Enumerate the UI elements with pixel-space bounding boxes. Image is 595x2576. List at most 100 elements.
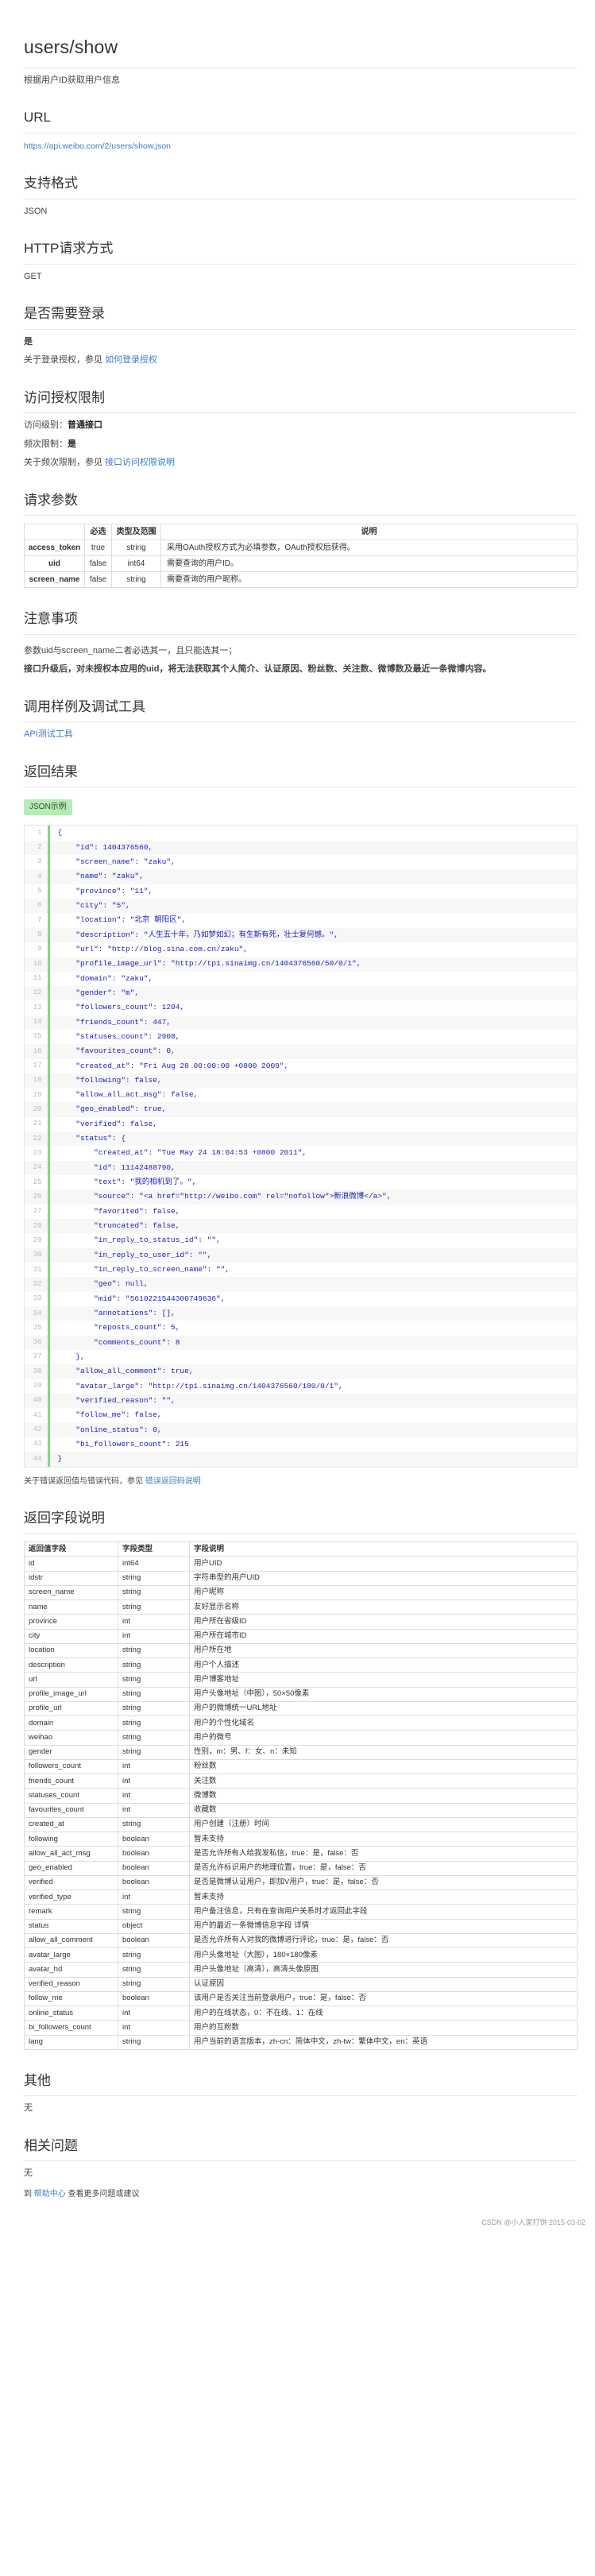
code-line: 44} xyxy=(25,1452,577,1467)
field-type-cell: int xyxy=(118,1614,190,1630)
http-method-value: GET xyxy=(24,271,42,281)
code-line: 41 "follow_me": false, xyxy=(25,1408,577,1423)
table-row: statuses_count int 微博数 xyxy=(24,1788,578,1804)
code-line-text: "annotations": [], xyxy=(57,1309,176,1318)
field-name-cell: verified xyxy=(24,1874,118,1891)
code-line-text: { xyxy=(57,828,63,837)
field-type-cell: int xyxy=(118,2020,190,2036)
field-name-cell: bi_followers_count xyxy=(24,2020,118,2036)
code-line-number: 36 xyxy=(25,1335,50,1351)
result-footer-prefix: 关于错误返回值与错误代码，参见 xyxy=(24,1476,145,1486)
code-line: 42 "online_status": 0, xyxy=(25,1422,577,1438)
table-row: screen_name false string 需要查询的用户昵称。 xyxy=(24,571,578,589)
field-desc-cell: 用户备注信息，只有在查询用户关系时才返回此字段 xyxy=(189,1904,578,1920)
field-type-cell: string xyxy=(118,1962,190,1978)
code-line-text: "following": false, xyxy=(57,1075,162,1085)
section-heading-related: 相关问题 xyxy=(24,2136,578,2162)
field-name-cell: city xyxy=(24,1628,118,1644)
field-type-cell: int xyxy=(118,1628,190,1644)
field-name-cell: lang xyxy=(24,2034,118,2050)
table-row: access_token true string 采用OAuth授权方式为必填参数，O… xyxy=(24,540,578,557)
table-row: lang string 用户当前的语言版本，zh-cn：简体中文，zh-tw：繁体中… xyxy=(24,2034,578,2050)
field-name-cell: status xyxy=(24,1918,118,1934)
code-line-text: "geo_enabled": true, xyxy=(57,1104,167,1114)
error-code-link[interactable]: 错误返回码说明 xyxy=(145,1477,201,1486)
section-heading-login-required: 是否需要登录 xyxy=(24,304,578,330)
field-type-cell: string xyxy=(118,1599,190,1615)
field-type-cell: int xyxy=(118,1889,190,1905)
code-line: 31 "in_reply_to_screen_name": "", xyxy=(25,1263,577,1278)
table-row: favourites_count int 收藏数 xyxy=(24,1802,578,1818)
api-url-line: https://api.weibo.com/2/users/show.json xyxy=(24,141,578,153)
login-note-prefix: 关于登录授权，参见 xyxy=(24,355,106,366)
format-value: JSON xyxy=(24,206,48,216)
field-name-cell: followers_count xyxy=(24,1758,118,1775)
param-desc-cell: 采用OAuth授权方式为必填参数，OAuth授权后获得。 xyxy=(160,540,578,557)
field-type-cell: string xyxy=(118,1672,190,1688)
field-name-cell: province xyxy=(24,1614,118,1630)
watermark: CSDN @小人家打饼 2015-03-02 xyxy=(481,2218,585,2227)
field-desc-cell: 用户的在线状态，0：不在线、1：在线 xyxy=(189,2005,578,2021)
param-name-cell: access_token xyxy=(24,540,85,557)
code-line-text: }, xyxy=(57,1352,85,1362)
field-desc-body: id int64 用户UID idstr string 字符串型的用户UID screen_… xyxy=(24,1556,578,2050)
code-line-number: 15 xyxy=(25,1029,50,1045)
section-heading-http-method: HTTP请求方式 xyxy=(24,238,578,265)
table-row: city int 用户所在城市ID xyxy=(24,1628,578,1644)
code-line-number: 29 xyxy=(25,1233,50,1248)
json-example-badge[interactable]: JSON示例 xyxy=(24,799,72,816)
section-heading-url: URL xyxy=(24,107,578,133)
login-auth-link[interactable]: 如何登录授权 xyxy=(105,355,157,365)
access-level-line: 访问级别：普通接口 xyxy=(24,419,578,432)
code-line-text: "id": 11142488790, xyxy=(57,1162,176,1172)
code-line-text: "truncated": false, xyxy=(57,1221,180,1231)
field-desc-cell: 用户当前的语言版本，zh-cn：简体中文，zh-tw：繁体中文，en：英语 xyxy=(189,2034,578,2050)
page-subtitle: 根据用户ID获取用户信息 xyxy=(24,75,120,85)
field-name-cell: profile_url xyxy=(24,1700,118,1717)
field-desc-cell: 该用户是否关注当前登录用户，true：是，false：否 xyxy=(189,1990,578,2007)
code-line-number: 16 xyxy=(25,1044,50,1059)
related-footer-text-before: 到 xyxy=(24,2189,34,2199)
code-line: 7 "location": "北京 朝阳区", xyxy=(25,913,577,928)
field-type-cell: string xyxy=(118,1715,190,1731)
code-line-number: 40 xyxy=(25,1394,50,1409)
other-value: 无 xyxy=(24,2103,33,2114)
param-desc-cell: 需要查询的用户昵称。 xyxy=(160,571,578,589)
api-url-link[interactable]: https://api.weibo.com/2/users/show.json xyxy=(24,141,171,151)
code-line: 34 "annotations": [], xyxy=(25,1306,577,1321)
code-line-text: "text": "我的相机到了。", xyxy=(57,1178,197,1187)
code-line-text: "allow_all_act_msg": false, xyxy=(57,1090,199,1100)
api-test-tool-link[interactable]: API测试工具 xyxy=(24,729,73,739)
code-line-text: "allow_all_comment": true, xyxy=(57,1367,194,1376)
table-row: id int64 用户UID xyxy=(24,1556,578,1572)
code-line: 2 "id": 1404376560, xyxy=(25,840,577,855)
code-line: 21 "verified": false, xyxy=(25,1116,577,1132)
param-type-cell: string xyxy=(111,571,161,589)
field-name-cell: online_status xyxy=(24,2005,118,2021)
related-footer: 到 帮助中心 查看更多问题或建议 xyxy=(24,2188,578,2200)
code-line-text: "location": "北京 朝阳区", xyxy=(57,915,187,925)
code-line-number: 2 xyxy=(25,840,50,855)
code-line-number: 35 xyxy=(25,1321,50,1336)
code-line: 43 "bi_followers_count": 215 xyxy=(25,1437,577,1452)
field-type-cell: string xyxy=(118,1570,190,1586)
param-required-cell: false xyxy=(84,555,112,573)
code-line: 9 "url": "http://blog.sina.com.cn/zaku", xyxy=(25,942,577,957)
field-desc-header-row: 返回值字段 字段类型 字段说明 xyxy=(24,1541,578,1557)
access-permission-link[interactable]: 接口访问权限说明 xyxy=(105,458,175,467)
help-center-link[interactable]: 帮助中心 xyxy=(34,2190,66,2199)
field-type-cell: int64 xyxy=(118,1556,190,1572)
code-line-number: 31 xyxy=(25,1263,50,1278)
code-line: 25 "text": "我的相机到了。", xyxy=(25,1175,577,1190)
code-line-number: 3 xyxy=(25,854,50,870)
code-line-text: "in_reply_to_screen_name": "", xyxy=(57,1265,230,1274)
code-line: 32 "geo": null, xyxy=(25,1277,577,1292)
field-type-cell: string xyxy=(118,1947,190,1963)
code-line-number: 32 xyxy=(25,1277,50,1292)
result-footer-note: 关于错误返回值与错误代码，参见 错误返回码说明 xyxy=(24,1476,578,1487)
field-type-cell: string xyxy=(118,1904,190,1920)
api-doc-page: users/show 根据用户ID获取用户信息 URL https://api.… xyxy=(0,0,595,2235)
field-desc-cell: 用户所在城市ID xyxy=(189,1628,578,1644)
param-desc-cell: 需要查询的用户ID。 xyxy=(160,555,578,573)
code-line: 20 "geo_enabled": true, xyxy=(25,1102,577,1117)
